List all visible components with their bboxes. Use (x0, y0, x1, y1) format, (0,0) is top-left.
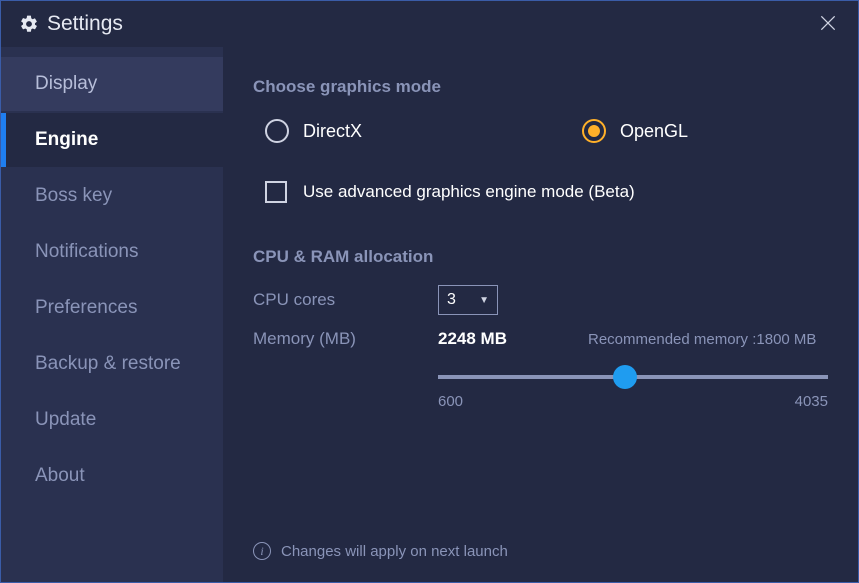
memory-value: 2248 MB (438, 329, 588, 349)
window-title-group: Settings (19, 12, 123, 36)
memory-slider[interactable] (438, 375, 828, 379)
titlebar: Settings (1, 1, 858, 47)
sidebar-item-label: Update (35, 409, 96, 431)
advanced-engine-checkbox[interactable]: Use advanced graphics engine mode (Beta) (253, 181, 828, 203)
radio-opengl[interactable]: OpenGL (582, 119, 688, 143)
graphics-mode-title: Choose graphics mode (253, 77, 828, 97)
gear-icon (19, 14, 39, 34)
memory-label: Memory (MB) (253, 329, 438, 349)
cpu-cores-value: 3 (447, 291, 456, 309)
close-icon (818, 9, 838, 39)
window-title: Settings (47, 12, 123, 36)
sidebar-item-preferences[interactable]: Preferences (1, 281, 223, 335)
cpu-cores-row: CPU cores 3 ▼ (253, 285, 828, 315)
sidebar-item-label: Notifications (35, 241, 139, 263)
radio-circle-icon (582, 119, 606, 143)
close-button[interactable] (812, 7, 844, 41)
radio-label: OpenGL (620, 121, 688, 142)
sidebar-item-label: Backup & restore (35, 353, 181, 375)
sidebar-item-update[interactable]: Update (1, 393, 223, 447)
sidebar-item-label: Engine (35, 129, 98, 151)
memory-slider-thumb[interactable] (613, 365, 637, 389)
memory-recommended: Recommended memory :1800 MB (588, 331, 816, 348)
footer-note: i Changes will apply on next launch (253, 542, 508, 560)
settings-content: Choose graphics mode DirectX OpenGL Use … (223, 47, 858, 582)
cpu-cores-dropdown[interactable]: 3 ▼ (438, 285, 498, 315)
sidebar-item-display[interactable]: Display (1, 57, 223, 111)
sidebar-item-boss-key[interactable]: Boss key (1, 169, 223, 223)
info-icon: i (253, 542, 271, 560)
sidebar-item-notifications[interactable]: Notifications (1, 225, 223, 279)
sidebar-item-about[interactable]: About (1, 449, 223, 503)
radio-directx[interactable]: DirectX (265, 119, 362, 143)
chevron-down-icon: ▼ (479, 295, 489, 306)
allocation-title: CPU & RAM allocation (253, 247, 828, 267)
sidebar-item-label: About (35, 465, 85, 487)
memory-slider-area: 600 4035 (438, 375, 828, 410)
slider-min-label: 600 (438, 393, 463, 410)
checkbox-label: Use advanced graphics engine mode (Beta) (303, 182, 635, 202)
slider-max-label: 4035 (795, 393, 828, 410)
sidebar-item-label: Boss key (35, 185, 112, 207)
sidebar: Display Engine Boss key Notifications Pr… (1, 47, 223, 582)
cpu-cores-label: CPU cores (253, 290, 438, 310)
radio-circle-icon (265, 119, 289, 143)
footer-note-text: Changes will apply on next launch (281, 543, 508, 560)
graphics-mode-radios: DirectX OpenGL (253, 119, 828, 143)
sidebar-item-label: Display (35, 73, 97, 95)
sidebar-item-engine[interactable]: Engine (1, 113, 223, 167)
checkbox-box-icon (265, 181, 287, 203)
radio-label: DirectX (303, 121, 362, 142)
sidebar-item-label: Preferences (35, 297, 137, 319)
memory-row: Memory (MB) 2248 MB Recommended memory :… (253, 329, 828, 349)
sidebar-item-backup-restore[interactable]: Backup & restore (1, 337, 223, 391)
